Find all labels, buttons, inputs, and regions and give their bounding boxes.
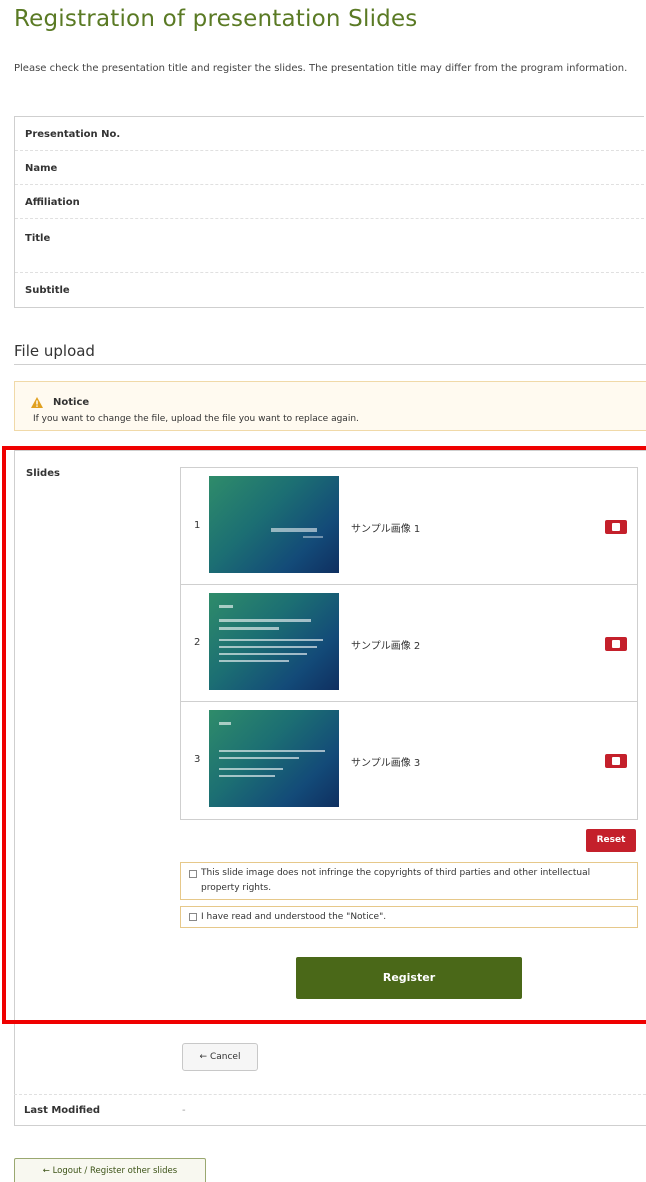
delete-slide-button[interactable] [605, 520, 627, 534]
thumbnail-text-line [219, 639, 323, 641]
delete-slide-button[interactable] [605, 637, 627, 651]
warning-icon [31, 397, 43, 408]
slides-label: Slides [26, 468, 60, 479]
info-row-subtitle: Subtitle [15, 273, 644, 309]
thumbnail-text-line [219, 653, 307, 655]
thumbnail-text-line [219, 619, 311, 622]
notice-text: If you want to change the file, upload t… [33, 414, 359, 424]
thumbnail-text-line [219, 775, 275, 777]
thumbnail-text-line [219, 627, 279, 630]
checkbox[interactable] [189, 870, 197, 878]
copyright-agreement-check[interactable]: This slide image does not infringe the c… [180, 862, 638, 900]
slide-name: サンプル画像 3 [351, 758, 421, 769]
thumbnail-text-line [219, 768, 283, 770]
slide-thumbnail[interactable] [209, 710, 339, 807]
last-modified-label: Last Modified [24, 1105, 101, 1116]
info-label: Presentation No. [25, 129, 121, 140]
checkbox[interactable] [189, 913, 197, 921]
info-label: Title [25, 233, 51, 244]
slide-name: サンプル画像 2 [351, 641, 421, 652]
slide-name: サンプル画像 1 [351, 524, 421, 535]
slide-thumbnail[interactable] [209, 593, 339, 690]
file-upload-heading: File upload [14, 342, 95, 360]
slide-list: 1 サンプル画像 1 2 サンプル画像 2 3 サンプル画像 3 [180, 467, 638, 820]
thumbnail-text-line [219, 722, 231, 725]
checkbox-label: This slide image does not infringe the c… [201, 868, 591, 893]
thumbnail-text-line [271, 528, 317, 532]
notice-title: Notice [53, 397, 90, 408]
slide-item: 1 サンプル画像 1 [181, 468, 637, 585]
notice-agreement-check[interactable]: I have read and understood the "Notice". [180, 906, 638, 928]
info-row-presentation-no: Presentation No. [15, 117, 644, 151]
slide-number: 1 [194, 520, 201, 531]
thumbnail-text-line [219, 605, 233, 608]
last-modified-value: - [182, 1105, 186, 1116]
info-row-name: Name [15, 151, 644, 185]
slide-item: 3 サンプル画像 3 [181, 702, 637, 819]
info-label: Name [25, 163, 58, 174]
thumbnail-text-line [219, 757, 299, 759]
info-row-affiliation: Affiliation [15, 185, 644, 219]
checkbox-label: I have read and understood the "Notice". [201, 912, 387, 922]
info-label: Affiliation [25, 197, 80, 208]
slide-thumbnail[interactable] [209, 476, 339, 573]
page-title: Registration of presentation Slides [14, 6, 418, 32]
thumbnail-text-line [303, 536, 323, 538]
thumbnail-text-line [219, 750, 325, 752]
cancel-button[interactable]: ← Cancel [182, 1043, 258, 1071]
slide-number: 3 [194, 754, 201, 765]
info-label: Subtitle [25, 285, 70, 296]
thumbnail-text-line [219, 660, 289, 662]
register-button[interactable]: Register [296, 957, 522, 999]
section-divider [14, 364, 646, 365]
slide-number: 2 [194, 637, 201, 648]
last-modified-row: Last Modified - [14, 1094, 646, 1126]
slide-item: 2 サンプル画像 2 [181, 585, 637, 702]
presentation-info-table: Presentation No. Name Affiliation Title … [14, 116, 644, 308]
info-row-title: Title [15, 219, 644, 273]
thumbnail-text-line [219, 646, 317, 648]
delete-slide-button[interactable] [605, 754, 627, 768]
reset-button[interactable]: Reset [586, 829, 636, 852]
logout-button[interactable]: ← Logout / Register other slides [14, 1158, 206, 1182]
notice-box: Notice If you want to change the file, u… [14, 381, 646, 431]
intro-text: Please check the presentation title and … [14, 63, 628, 74]
